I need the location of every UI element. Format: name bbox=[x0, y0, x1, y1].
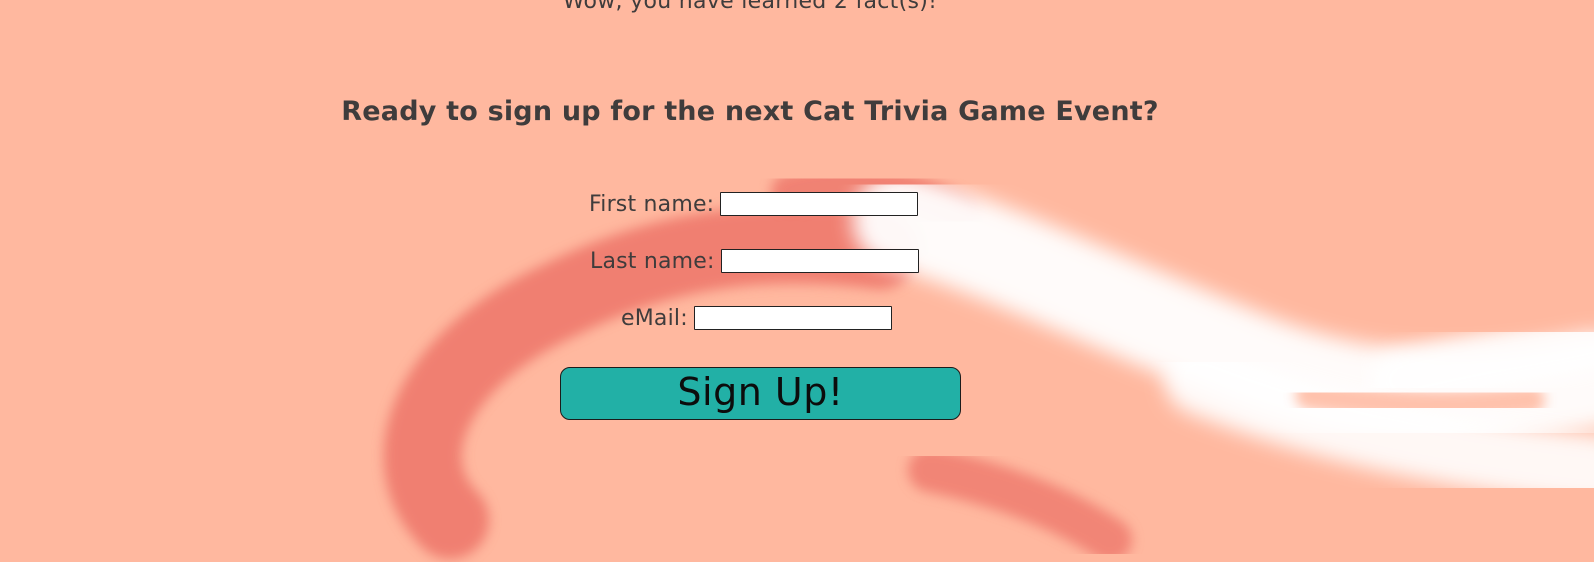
signup-button[interactable]: Sign Up! bbox=[560, 367, 961, 420]
first-name-input[interactable] bbox=[720, 192, 919, 216]
signup-heading: Ready to sign up for the next Cat Trivia… bbox=[341, 96, 1159, 127]
last-name-input[interactable] bbox=[720, 249, 919, 273]
first-name-row: First name: bbox=[589, 189, 919, 219]
email-label: eMail: bbox=[621, 305, 688, 331]
signup-page: Wow, you have learned 2 fact(s)! Ready t… bbox=[0, 0, 1594, 562]
facts-learned-message: Wow, you have learned 2 fact(s)! bbox=[562, 0, 938, 14]
last-name-row: Last name: bbox=[590, 246, 919, 276]
first-name-label: First name: bbox=[589, 191, 715, 217]
last-name-label: Last name: bbox=[590, 248, 715, 274]
email-input[interactable] bbox=[693, 306, 892, 330]
email-row: eMail: bbox=[621, 303, 892, 333]
